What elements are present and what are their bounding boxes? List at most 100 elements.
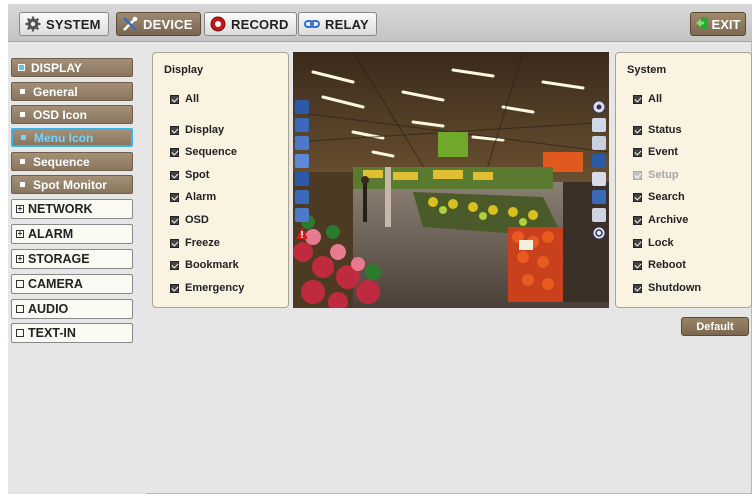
sidebar-item-label: Menu Icon: [34, 130, 94, 145]
tab-device[interactable]: DEVICE: [116, 12, 201, 36]
freeze-checkbox[interactable]: Freeze: [170, 237, 220, 249]
freeze-icon: [295, 190, 309, 204]
reboot-icon: [592, 208, 606, 222]
sidebar-item-osd-icon[interactable]: OSD Icon: [11, 105, 133, 124]
tab-record-label: RECORD: [231, 16, 289, 32]
checkbox-checked-icon: [170, 215, 179, 225]
spot-osd-icon: [295, 136, 309, 150]
search-icon: [592, 154, 606, 168]
tab-device-label: DEVICE: [143, 16, 193, 32]
sidebar-item-text-in[interactable]: TEXT-IN: [11, 323, 133, 343]
sidebar-item-label: General: [33, 84, 78, 99]
display-all-checkbox[interactable]: All: [170, 93, 199, 105]
lock-checkbox[interactable]: Lock: [633, 237, 674, 249]
camera-preview: [293, 52, 609, 308]
system-panel-title: System: [627, 64, 667, 76]
checkbox-label: Status: [648, 124, 682, 136]
status-icon: [592, 100, 606, 114]
sidebar-item-label: TEXT-IN: [28, 326, 76, 340]
checkbox-label: OSD: [185, 214, 209, 226]
checkbox-checked-icon: [170, 94, 179, 104]
sequence-checkbox[interactable]: Sequence: [170, 146, 237, 158]
expand-plus-icon: +: [16, 204, 24, 213]
sidebar-item-audio[interactable]: AUDIO: [11, 299, 133, 319]
sidebar-item-label: Sequence: [33, 154, 90, 169]
setup-icon: [592, 136, 606, 150]
checkbox-checked-icon: [633, 260, 642, 270]
checkbox-label: Sequence: [185, 146, 237, 158]
top-menu-bar: SYSTEM DEVICE RECORD RELAY EXIT: [8, 4, 752, 42]
sidebar-item-display[interactable]: DISPLAY: [11, 58, 133, 77]
sidebar-item-label: AUDIO: [28, 302, 69, 316]
checkbox-label: Bookmark: [185, 259, 239, 271]
checkbox-label: Reboot: [648, 259, 686, 271]
gear-icon: [25, 16, 41, 32]
display-checkbox[interactable]: Display: [170, 124, 224, 136]
search-checkbox[interactable]: Search: [633, 191, 685, 203]
tools-icon: [122, 16, 138, 32]
sidebar-item-general[interactable]: General: [11, 82, 133, 101]
sidebar-item-sequence[interactable]: Sequence: [11, 152, 133, 171]
sequence-osd-icon: [295, 118, 309, 132]
bullet-icon: [21, 135, 26, 140]
checkbox-label: Alarm: [185, 191, 217, 203]
archive-checkbox[interactable]: Archive: [633, 214, 688, 226]
sidebar-item-label: Spot Monitor: [33, 177, 107, 192]
sidebar-item-alarm[interactable]: + ALARM: [11, 224, 133, 244]
tab-record[interactable]: RECORD: [204, 12, 297, 36]
shutdown-checkbox[interactable]: Shutdown: [633, 282, 701, 294]
sidebar-item-menu-icon[interactable]: Menu Icon: [11, 128, 133, 147]
checkbox-checked-icon: [170, 147, 179, 157]
sidebar-item-label: CAMERA: [28, 277, 83, 291]
emergency-icon: [295, 226, 309, 240]
checkbox-checked-icon: [170, 125, 179, 135]
bullet-icon: [20, 182, 25, 187]
archive-icon: [592, 172, 606, 186]
exit-button[interactable]: EXIT: [690, 12, 746, 36]
supermarket-scene-image: [293, 52, 609, 308]
status-checkbox[interactable]: Status: [633, 124, 682, 136]
checkbox-label: All: [648, 93, 663, 105]
tab-system[interactable]: SYSTEM: [19, 12, 109, 36]
display-square-icon: [18, 64, 25, 71]
default-button[interactable]: Default: [681, 317, 749, 336]
record-icon: [210, 16, 226, 32]
leaf-box-icon: [16, 329, 24, 337]
spot-checkbox[interactable]: Spot: [170, 169, 209, 181]
event-checkbox[interactable]: Event: [633, 146, 678, 158]
checkbox-checked-icon: [170, 260, 179, 270]
sidebar-item-spot-monitor[interactable]: Spot Monitor: [11, 175, 133, 194]
sidebar-item-label: DISPLAY: [31, 60, 82, 75]
tab-system-label: SYSTEM: [46, 16, 101, 32]
checkbox-checked-icon: [170, 283, 179, 293]
checkbox-label: Lock: [648, 237, 674, 249]
leaf-box-icon: [16, 280, 24, 288]
alarm-checkbox[interactable]: Alarm: [170, 191, 216, 203]
osd-checkbox[interactable]: OSD: [170, 214, 209, 226]
sidebar-item-label: STORAGE: [28, 252, 90, 266]
checkbox-checked-icon: [633, 238, 642, 248]
checkbox-checked-icon: [170, 170, 179, 180]
bookmark-checkbox[interactable]: Bookmark: [170, 259, 239, 271]
system-all-checkbox[interactable]: All: [633, 93, 662, 105]
lock-icon: [592, 190, 606, 204]
checkbox-checked-icon: [633, 192, 642, 202]
exit-label: EXIT: [711, 16, 741, 32]
event-icon: [592, 118, 606, 132]
display-osd-icon: [295, 100, 309, 114]
sidebar-item-network[interactable]: + NETWORK: [11, 199, 133, 219]
checkbox-label: Setup: [648, 169, 679, 181]
tab-relay[interactable]: RELAY: [298, 12, 377, 36]
checkbox-label: Archive: [648, 214, 689, 226]
exit-icon: [695, 16, 709, 33]
checkbox-checked-icon: [633, 125, 642, 135]
sidebar-item-storage[interactable]: + STORAGE: [11, 249, 133, 269]
alarm-osd-icon: [295, 154, 309, 168]
expand-plus-icon: +: [16, 254, 24, 263]
relay-icon: [304, 16, 320, 32]
setup-checkbox: Setup: [633, 169, 679, 181]
reboot-checkbox[interactable]: Reboot: [633, 259, 686, 271]
emergency-checkbox[interactable]: Emergency: [170, 282, 244, 294]
sidebar-item-camera[interactable]: CAMERA: [11, 274, 133, 294]
sidebar-item-label: NETWORK: [28, 202, 93, 216]
